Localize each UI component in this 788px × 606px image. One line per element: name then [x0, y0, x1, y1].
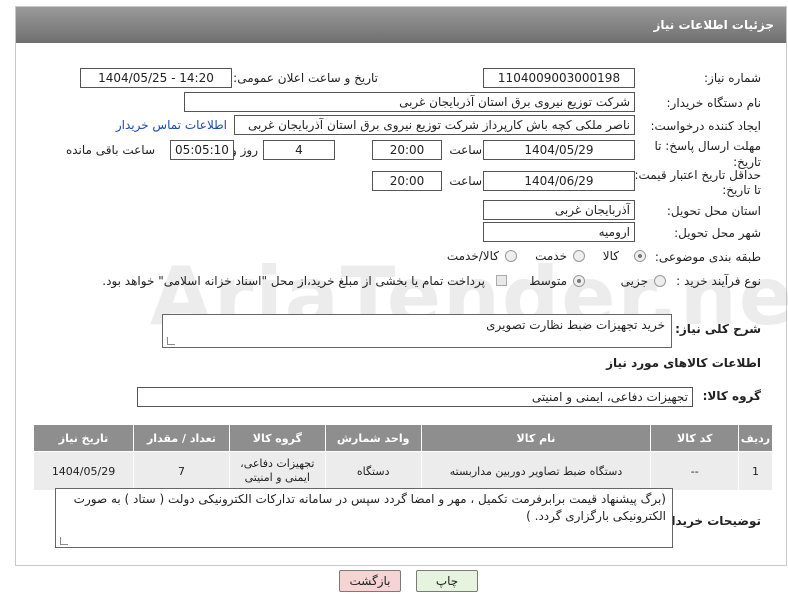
validity-time-label: ساعت — [449, 174, 482, 188]
process-label: نوع فرآیند خرید : — [676, 274, 761, 288]
deadline-time-label: ساعت — [449, 143, 482, 157]
buyer-notes-textarea[interactable]: (برگ پیشنهاد قیمت برابرفرمت تکمیل ، مهر … — [55, 488, 673, 548]
cell-quantity: 7 — [133, 451, 230, 491]
deadline-time-field: 20:00 — [372, 140, 442, 160]
category-radio-service[interactable] — [573, 250, 585, 262]
goods-info-title: اطلاعات کالاهای مورد نیاز — [606, 356, 761, 370]
summary-text: خرید تجهیزات ضبط نظارت تصویری — [486, 318, 665, 332]
days-field: 4 — [263, 140, 335, 160]
city-field: ارومیه — [483, 222, 635, 242]
validity-label: حداقل تاریخ اعتبار قیمت: تا تاریخ: — [634, 168, 761, 197]
category-option-service: خدمت — [535, 249, 567, 263]
contact-buyer-link[interactable]: اطلاعات تماس خریدار — [116, 118, 227, 132]
cell-need-date: 1404/05/29 — [32, 451, 135, 491]
process-option-minor: جزیی — [620, 274, 648, 288]
deadline-date-field: 1404/05/29 — [483, 140, 635, 160]
summary-textarea[interactable]: خرید تجهیزات ضبط نظارت تصویری — [162, 314, 672, 348]
validity-time-field: 20:00 — [372, 171, 442, 191]
cell-row: 1 — [738, 451, 773, 491]
summary-label: شرح کلی نیاز: — [675, 322, 761, 336]
resize-grip-icon[interactable] — [60, 537, 68, 545]
table-row: 1 -- دستگاه ضبط تصاویر دوربین مداربسته د… — [32, 451, 773, 491]
col-name: نام کالا — [420, 424, 652, 452]
cell-name: دستگاه ضبط تصاویر دوربین مداربسته — [420, 451, 652, 491]
announce-label: تاریخ و ساعت اعلان عمومی: — [233, 71, 378, 85]
resize-grip-icon[interactable] — [167, 337, 175, 345]
panel-title: جزئیات اطلاعات نیاز — [653, 18, 774, 32]
goods-table: ردیف کد کالا نام کالا واحد شمارش گروه کا… — [32, 424, 773, 491]
treasury-checkbox[interactable] — [496, 275, 507, 286]
category-option-goods: کالا — [602, 249, 619, 263]
remaining-time-field: 05:05:10 — [170, 140, 234, 160]
goods-table-header: ردیف کد کالا نام کالا واحد شمارش گروه کا… — [32, 424, 773, 452]
buyer-org-label: نام دستگاه خریدار: — [666, 96, 762, 110]
print-button[interactable]: چاپ — [416, 570, 478, 592]
treasury-payment-note: پرداخت تمام یا بخشی از مبلغ خرید،از محل … — [102, 274, 485, 288]
days-label: روز و — [231, 143, 258, 157]
col-code: کد کالا — [650, 424, 739, 452]
need-number-field: 1104009003000198 — [483, 68, 635, 88]
process-radio-medium[interactable] — [573, 275, 585, 287]
category-radio-goods[interactable] — [634, 250, 646, 262]
announce-field: 1404/05/25 - 14:20 — [80, 68, 232, 88]
remaining-label: ساعت باقی مانده — [65, 143, 155, 157]
category-option-goods-service: کالا/خدمت — [446, 249, 499, 263]
back-button[interactable]: بازگشت — [339, 570, 401, 592]
validity-date-field: 1404/06/29 — [483, 171, 635, 191]
cell-unit: دستگاه — [324, 451, 422, 491]
col-quantity: تعداد / مقدار — [133, 424, 230, 452]
col-group: گروه کالا — [228, 424, 326, 452]
deadline-label: مهلت ارسال پاسخ: تا تاریخ: — [654, 139, 761, 169]
buyer-org-field: شرکت توزیع نیروی برق استان آذربایجان غرب… — [184, 92, 635, 112]
need-number-label: شماره نیاز: — [704, 71, 761, 85]
province-field: آذربایجان غربی — [483, 200, 635, 220]
goods-group-field: تجهیزات دفاعی، ایمنی و امنیتی — [137, 387, 693, 407]
goods-group-label: گروه کالا: — [702, 389, 761, 403]
requester-field: ناصر ملکی کچه باش کارپرداز شرکت توزیع نی… — [234, 115, 635, 135]
process-radio-minor[interactable] — [654, 275, 666, 287]
buyer-notes-text: (برگ پیشنهاد قیمت برابرفرمت تکمیل ، مهر … — [73, 492, 666, 523]
category-radio-goods-service[interactable] — [505, 250, 517, 262]
col-unit: واحد شمارش — [324, 424, 422, 452]
cell-group: تجهیزات دفاعی، ایمنی و امنیتی — [228, 451, 326, 491]
cell-code: -- — [650, 451, 739, 491]
buyer-notes-label: توضیحات خریدار: — [659, 514, 761, 528]
category-label: طبقه بندی موضوعی: — [654, 250, 761, 264]
col-row: ردیف — [738, 424, 773, 452]
province-label: استان محل تحویل: — [666, 204, 761, 218]
col-need-date: تاریخ نیاز — [32, 424, 135, 452]
panel-header: جزئیات اطلاعات نیاز — [16, 7, 786, 43]
city-label: شهر محل تحویل: — [674, 226, 761, 240]
process-option-medium: متوسط — [529, 274, 567, 288]
requester-label: ایجاد کننده درخواست: — [650, 119, 761, 133]
